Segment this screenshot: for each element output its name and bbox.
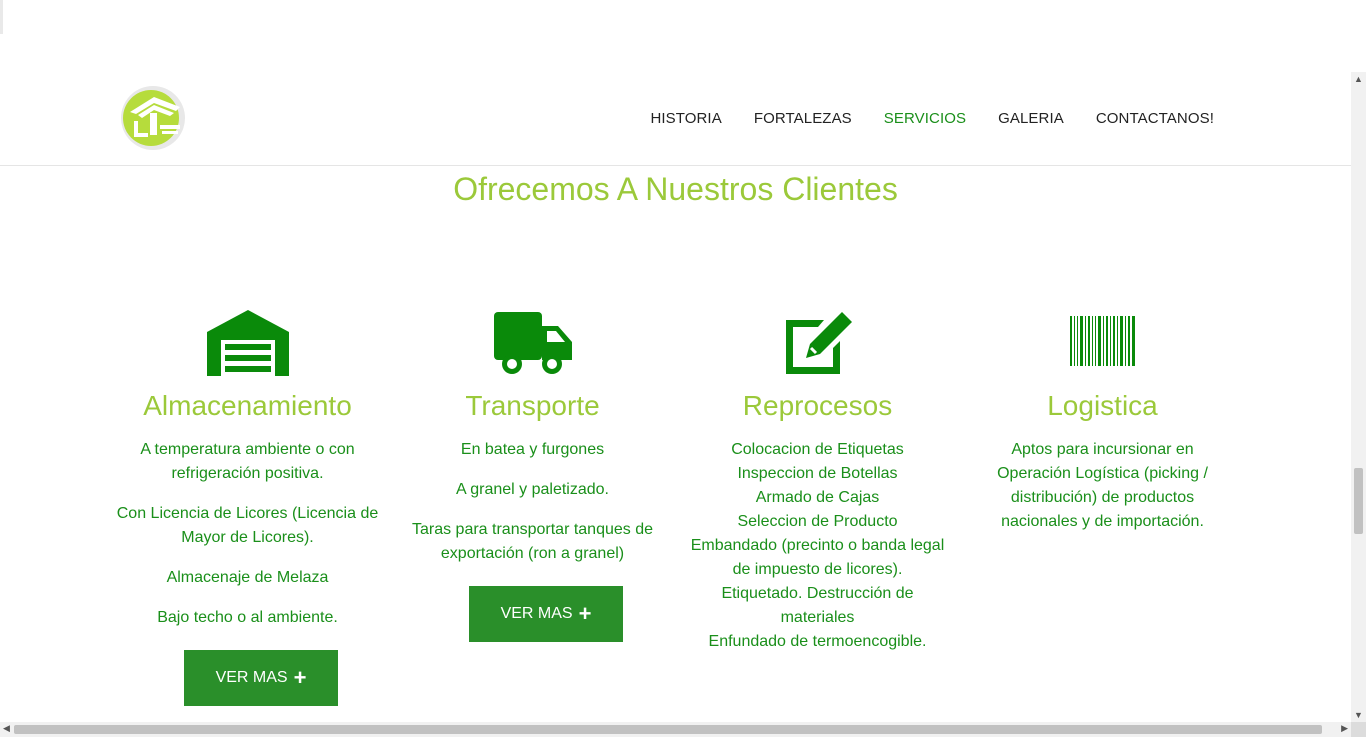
vertical-scrollbar[interactable]: ▲ ▼ [1351,72,1366,722]
service-reprocesos: Reprocesos Colocacion de Etiquetas Inspe… [675,306,960,654]
horizontal-scrollbar[interactable]: ◀ ▶ [0,722,1351,737]
logo-emblem-icon [121,86,185,150]
service-line: Inspeccion de Botellas [737,465,898,482]
barcode-icon [1069,316,1135,366]
main-menu: HISTORIA FORTALEZAS SERVICIOS GALERIA CO… [618,72,1214,165]
service-title: Transporte [465,390,600,421]
service-line: Etiquetado. Destrucción de materiales [721,585,914,626]
service-title: Reprocesos [742,390,893,421]
truck-icon [493,312,572,374]
scroll-down-icon[interactable]: ▼ [1354,710,1363,720]
plus-icon: + [293,665,307,690]
service-text: Taras para transportar tanques de export… [411,521,654,562]
nav-fortalezas[interactable]: FORTALEZAS [754,110,852,127]
service-text: A temperatura ambiente o con refrigeraci… [140,441,355,482]
nav-galeria[interactable]: GALERIA [998,110,1064,127]
nav-contactanos[interactable]: CONTACTANOS! [1096,110,1214,127]
service-line: Seleccion de Producto [737,513,898,530]
vertical-scroll-thumb[interactable] [1354,468,1363,534]
service-almacenamiento: Almacenamiento A temperatura ambiente o … [105,306,390,706]
top-edge-marker [0,0,3,34]
service-line: Colocacion de Etiquetas [731,441,904,458]
service-text: Con Licencia de Licores (Licencia de May… [116,505,379,546]
horizontal-scroll-thumb[interactable] [14,725,1322,734]
service-line: Embandado (precinto o banda legal de imp… [690,537,945,578]
site-header: HISTORIA FORTALEZAS SERVICIOS GALERIA CO… [0,72,1351,166]
nav-servicios[interactable]: SERVICIOS [884,110,966,127]
edit-icon [785,312,852,374]
button-label: VER MAS [500,605,573,622]
service-text: En batea y furgones [460,441,605,458]
service-text: Aptos para incursionar en Operación Logí… [997,441,1208,530]
plus-icon: + [578,601,592,626]
ver-mas-button[interactable]: VER MAS + [469,586,623,642]
service-text: A granel y paletizado. [456,481,609,498]
service-title: Almacenamiento [143,390,352,421]
service-text: Bajo techo o al ambiente. [157,609,338,626]
service-line: Armado de Cajas [755,489,880,506]
scrollbar-corner [1351,722,1366,737]
service-logistica: Logistica Aptos para incursionar en Oper… [960,306,1245,550]
scroll-right-icon[interactable]: ▶ [1341,723,1348,734]
service-title: Logistica [1047,390,1158,421]
scroll-up-icon[interactable]: ▲ [1354,74,1363,84]
warehouse-icon [206,310,289,376]
nav-historia[interactable]: HISTORIA [650,110,721,127]
button-label: VER MAS [215,669,288,686]
site-logo[interactable] [120,85,186,151]
scroll-left-icon[interactable]: ◀ [3,723,10,734]
ver-mas-button[interactable]: VER MAS + [184,650,338,706]
service-text: Almacenaje de Melaza [166,569,329,586]
service-line: Enfundado de termoencogible. [708,633,927,650]
section-title: Ofrecemos A Nuestros Clientes [453,171,898,207]
service-transporte: Transporte En batea y furgones A granel … [390,306,675,642]
